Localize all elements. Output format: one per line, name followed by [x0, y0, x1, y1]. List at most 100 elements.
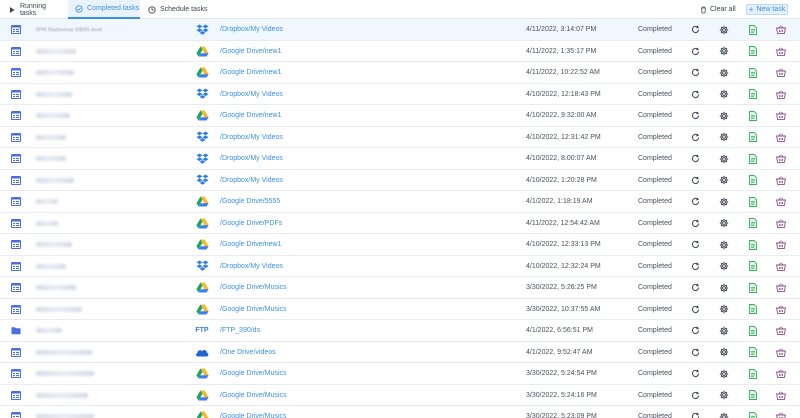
log-file-button[interactable] [748, 342, 758, 363]
log-file-button[interactable] [748, 256, 758, 277]
delete-basket-button[interactable] [776, 170, 786, 191]
settings-gear-button[interactable] [719, 320, 729, 341]
table-row[interactable]: /Dropbox/My Videos 4/10/2022, 12:18:43 PM… [0, 84, 800, 105]
destination-path-link[interactable]: /Dropbox/My Videos [220, 256, 370, 277]
delete-basket-button[interactable] [776, 19, 786, 40]
destination-path-link[interactable]: /Google Drive/new1 [220, 234, 370, 255]
destination-path-link[interactable]: /Google Drive/new1 [220, 62, 370, 83]
refresh-button[interactable] [690, 234, 700, 255]
settings-gear-button[interactable] [719, 342, 729, 363]
settings-gear-button[interactable] [719, 406, 729, 418]
refresh-button[interactable] [690, 213, 700, 234]
refresh-button[interactable] [690, 277, 700, 298]
settings-gear-button[interactable] [719, 41, 729, 62]
refresh-button[interactable] [690, 385, 700, 406]
delete-basket-button[interactable] [776, 256, 786, 277]
delete-basket-button[interactable] [776, 84, 786, 105]
delete-basket-button[interactable] [776, 385, 786, 406]
settings-gear-button[interactable] [719, 213, 729, 234]
log-file-button[interactable] [748, 41, 758, 62]
destination-path-link[interactable]: /Dropbox/My Videos [220, 148, 370, 169]
delete-basket-button[interactable] [776, 277, 786, 298]
refresh-button[interactable] [690, 84, 700, 105]
settings-gear-button[interactable] [719, 148, 729, 169]
log-file-button[interactable] [748, 213, 758, 234]
table-row[interactable]: /Google Drive/Musics 3/30/2022, 5:24:54 P… [0, 363, 800, 385]
log-file-button[interactable] [748, 127, 758, 148]
log-file-button[interactable] [748, 277, 758, 298]
settings-gear-button[interactable] [719, 277, 729, 298]
settings-gear-button[interactable] [719, 105, 729, 126]
refresh-button[interactable] [690, 363, 700, 384]
refresh-button[interactable] [690, 256, 700, 277]
destination-path-link[interactable]: /Google Drive/Musics [220, 406, 370, 418]
delete-basket-button[interactable] [776, 234, 786, 255]
destination-path-link[interactable]: /One Drive/videos [220, 342, 370, 363]
delete-basket-button[interactable] [776, 299, 786, 320]
settings-gear-button[interactable] [719, 84, 729, 105]
delete-basket-button[interactable] [776, 342, 786, 363]
log-file-button[interactable] [748, 105, 758, 126]
log-file-button[interactable] [748, 62, 758, 83]
delete-basket-button[interactable] [776, 41, 786, 62]
log-file-button[interactable] [748, 299, 758, 320]
delete-basket-button[interactable] [776, 213, 786, 234]
table-row[interactable]: /Google Drive/Musics 3/30/2022, 5:23:09 P… [0, 406, 800, 418]
log-file-button[interactable] [748, 406, 758, 418]
destination-path-link[interactable]: /Google Drive/Musics [220, 363, 370, 384]
destination-path-link[interactable]: /FTP_390/ds [220, 320, 370, 341]
refresh-button[interactable] [690, 127, 700, 148]
table-row[interactable]: /One Drive/videos 4/1/2022, 9:52:47 AM Com… [0, 342, 800, 363]
destination-path-link[interactable]: /Dropbox/My Videos [220, 170, 370, 191]
settings-gear-button[interactable] [719, 234, 729, 255]
table-row[interactable]: /Dropbox/My Videos 4/10/2022, 1:20:28 PM C… [0, 170, 800, 191]
table-row[interactable]: /Dropbox/My Videos 4/10/2022, 12:31:42 PM… [0, 127, 800, 148]
delete-basket-button[interactable] [776, 363, 786, 384]
tab-running-tasks[interactable]: Running tasks [4, 0, 64, 19]
new-task-button[interactable]: + New task [746, 4, 788, 15]
table-row[interactable]: /Dropbox/My Videos 4/10/2022, 8:00:07 AM C… [0, 148, 800, 170]
delete-basket-button[interactable] [776, 127, 786, 148]
destination-path-link[interactable]: /Google Drive/PDFs [220, 213, 370, 234]
table-row[interactable]: /Google Drive/Musics 3/30/2022, 10:37:55 … [0, 299, 800, 320]
refresh-button[interactable] [690, 170, 700, 191]
settings-gear-button[interactable] [719, 256, 729, 277]
destination-path-link[interactable]: /Google Drive/5555 [220, 191, 370, 212]
refresh-button[interactable] [690, 191, 700, 212]
destination-path-link[interactable]: /Google Drive/new1 [220, 105, 370, 126]
table-row[interactable]: /Google Drive/new1 4/10/2022, 9:32:00 AM C… [0, 105, 800, 127]
settings-gear-button[interactable] [719, 299, 729, 320]
log-file-button[interactable] [748, 148, 758, 169]
delete-basket-button[interactable] [776, 62, 786, 83]
table-row[interactable]: /Google Drive/new1 4/11/2022, 10:22:52 AM… [0, 62, 800, 84]
log-file-button[interactable] [748, 170, 758, 191]
settings-gear-button[interactable] [719, 385, 729, 406]
settings-gear-button[interactable] [719, 170, 729, 191]
tab-schedule-tasks[interactable]: Schedule tasks [143, 0, 213, 19]
log-file-button[interactable] [748, 234, 758, 255]
refresh-button[interactable] [690, 19, 700, 40]
table-row[interactable]: /Google Drive/PDFs 4/11/2022, 12:54:42 AM… [0, 213, 800, 234]
destination-path-link[interactable]: /Dropbox/My Videos [220, 84, 370, 105]
destination-path-link[interactable]: /Google Drive/Musics [220, 299, 370, 320]
table-row[interactable]: IPM Hathaway DB95.mod/Dropbox/My Videos 4… [0, 19, 800, 41]
destination-path-link[interactable]: /Google Drive/Musics [220, 277, 370, 298]
refresh-button[interactable] [690, 299, 700, 320]
settings-gear-button[interactable] [719, 62, 729, 83]
tab-completed-tasks[interactable]: Completed tasks [68, 0, 140, 19]
destination-path-link[interactable]: /Google Drive/new1 [220, 41, 370, 62]
log-file-button[interactable] [748, 84, 758, 105]
settings-gear-button[interactable] [719, 363, 729, 384]
refresh-button[interactable] [690, 148, 700, 169]
table-row[interactable]: /Google Drive/5555 4/1/2022, 1:18:19 AM Co… [0, 191, 800, 213]
log-file-button[interactable] [748, 320, 758, 341]
clear-all-button[interactable]: Clear all [700, 0, 736, 19]
table-row[interactable]: /Google Drive/Musics 3/30/2022, 5:26:25 P… [0, 277, 800, 299]
delete-basket-button[interactable] [776, 191, 786, 212]
table-row[interactable]: /Google Drive/Musics 3/30/2022, 5:24:16 P… [0, 385, 800, 406]
delete-basket-button[interactable] [776, 320, 786, 341]
log-file-button[interactable] [748, 363, 758, 384]
refresh-button[interactable] [690, 105, 700, 126]
table-row[interactable]: /Google Drive/new1 4/11/2022, 1:35:17 PM C… [0, 41, 800, 62]
refresh-button[interactable] [690, 41, 700, 62]
